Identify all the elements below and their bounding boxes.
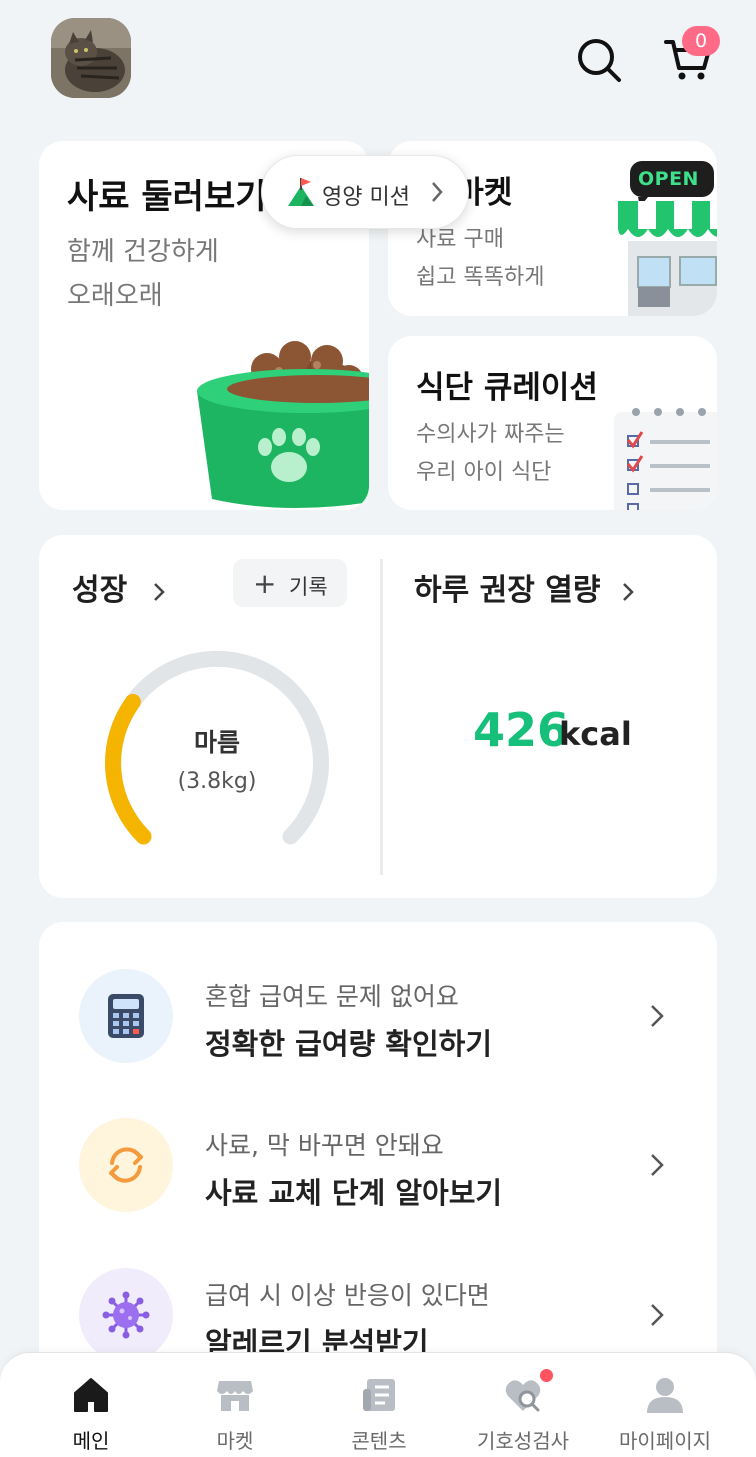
tip-icon-circle: [79, 1268, 173, 1362]
tip-sub: 혼합 급여도 문제 없어요: [205, 982, 459, 1011]
weight-value: (3.8kg): [177, 769, 257, 794]
add-record-button[interactable]: + 기록: [233, 559, 347, 607]
growth-title: 성장: [72, 573, 128, 608]
divider: [380, 559, 383, 875]
tip-sub: 사료, 막 바꾸면 안돼요: [205, 1131, 444, 1160]
tip-icon-circle: [79, 969, 173, 1063]
food-bowl-icon: [197, 341, 369, 509]
diet-curation-card[interactable]: 식단 큐레이션 수의사가 짜주는 우리 아이 식단: [388, 336, 717, 510]
daily-calorie-link[interactable]: 하루 권장 열량: [414, 565, 635, 609]
chevron-right-icon: [432, 182, 443, 202]
nav-market[interactable]: 마켓: [160, 1353, 310, 1457]
store-sign-text: OPEN: [638, 168, 699, 190]
search-icon[interactable]: [575, 36, 623, 84]
tip-feeding-amount[interactable]: 혼합 급여도 문제 없어요 정확한 급여량 확인하기: [39, 969, 717, 1099]
browse-food-sub2: 오래오래: [67, 281, 163, 311]
tip-food-change[interactable]: 사료, 막 바꾸면 안돼요 사료 교체 단계 알아보기: [39, 1118, 717, 1248]
chevron-right-icon: [623, 582, 634, 601]
nav-main[interactable]: 메인: [16, 1353, 166, 1457]
calculator-icon: [108, 994, 144, 1038]
diet-curation-sub2: 우리 아이 식단: [416, 460, 552, 485]
tip-icon-circle: [79, 1118, 173, 1212]
store-icon: [217, 1381, 253, 1411]
pet-market-sub2: 쉽고 똑똑하게: [416, 265, 545, 290]
nav-label: 콘텐츠: [351, 1429, 407, 1453]
checklist-icon: [614, 408, 717, 510]
growth-card: 성장 + 기록 마름 (3.8kg) 하루 권장 열량 426 kcal: [39, 535, 717, 898]
nav-mypage[interactable]: 마이페이지: [590, 1353, 740, 1457]
chevron-right-icon: [651, 1154, 664, 1176]
chevron-right-icon: [651, 1304, 664, 1326]
mission-flag-icon: [288, 178, 314, 206]
home-icon: [74, 1378, 108, 1412]
person-icon: [647, 1378, 683, 1413]
record-label: 기록: [289, 575, 328, 599]
heart-search-icon: [505, 1380, 541, 1412]
nav-label: 마켓: [216, 1429, 254, 1453]
weight-status: 마름: [193, 728, 240, 757]
cart-count-badge: 0: [682, 26, 720, 56]
browse-food-title: 사료 둘러보기: [67, 177, 267, 217]
header: 0: [0, 0, 756, 120]
daily-calorie-title: 하루 권장 열량: [414, 573, 601, 608]
refresh-icon: [109, 1147, 143, 1183]
diet-curation-title: 식단 큐레이션: [416, 370, 598, 406]
diet-curation-sub1: 수의사가 짜주는: [416, 422, 565, 447]
weight-gauge: [105, 650, 329, 845]
document-icon: [363, 1379, 395, 1411]
bottom-nav: 메인 마켓 콘텐츠 기호성검사 마이페이지: [0, 1352, 756, 1457]
plus-icon: +: [253, 567, 277, 600]
nutrition-mission-button[interactable]: 영양 미션: [261, 155, 469, 229]
nav-label: 마이페이지: [619, 1429, 711, 1453]
tip-main: 사료 교체 단계 알아보기: [205, 1176, 503, 1210]
nav-label: 기호성검사: [477, 1429, 569, 1453]
tip-main: 정확한 급여량 확인하기: [205, 1027, 492, 1061]
avatar[interactable]: [51, 18, 131, 98]
calorie-unit: kcal: [559, 715, 632, 753]
virus-icon: [102, 1291, 150, 1339]
mission-label: 영양 미션: [322, 185, 410, 210]
browse-food-sub1: 함께 건강하게: [67, 237, 219, 267]
growth-link[interactable]: 성장: [72, 565, 166, 609]
calorie-value: 426: [473, 703, 570, 757]
nav-palatability-test[interactable]: 기호성검사: [448, 1353, 598, 1457]
nav-label: 메인: [72, 1429, 110, 1453]
nav-contents[interactable]: 콘텐츠: [304, 1353, 454, 1457]
chevron-right-icon: [153, 582, 165, 601]
chevron-right-icon: [651, 1005, 664, 1027]
tip-sub: 급여 시 이상 반응이 있다면: [205, 1281, 490, 1310]
notification-dot: [540, 1369, 553, 1382]
